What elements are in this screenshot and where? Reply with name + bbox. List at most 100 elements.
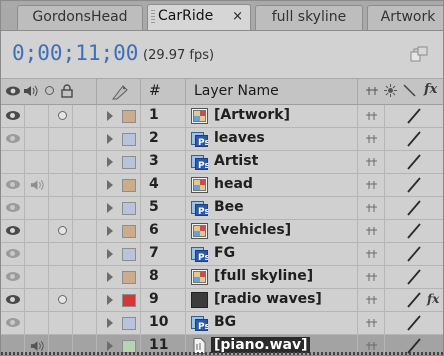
lock-icon[interactable] bbox=[61, 84, 73, 98]
layer-name[interactable]: BG bbox=[214, 314, 236, 330]
video-eye-icon[interactable] bbox=[6, 295, 20, 304]
video-eye-icon[interactable] bbox=[6, 180, 20, 189]
lock-switch[interactable] bbox=[73, 312, 97, 334]
label-tag-icon[interactable] bbox=[111, 83, 129, 100]
label-color-swatch[interactable] bbox=[122, 202, 136, 215]
video-eye-icon[interactable] bbox=[6, 272, 20, 281]
shy-switch-icon[interactable] bbox=[365, 341, 378, 351]
lock-switch[interactable] bbox=[73, 220, 97, 242]
solo-icon[interactable] bbox=[45, 86, 54, 95]
video-eye-icon[interactable] bbox=[6, 86, 20, 96]
video-eye-icon[interactable] bbox=[6, 249, 20, 258]
audio-switch[interactable] bbox=[25, 220, 49, 242]
expand-twirl-icon[interactable] bbox=[107, 295, 113, 305]
layer-row[interactable]: 5 Ps Bee bbox=[1, 197, 443, 220]
video-eye-icon[interactable] bbox=[6, 226, 20, 235]
layer-name[interactable]: Bee bbox=[214, 199, 244, 215]
audio-switch[interactable] bbox=[25, 151, 49, 173]
shy-icon[interactable] bbox=[365, 86, 379, 96]
effects-icon[interactable]: fx bbox=[424, 82, 437, 97]
shy-switch-icon[interactable] bbox=[365, 318, 378, 328]
solo-switch[interactable] bbox=[49, 151, 73, 173]
label-color-swatch[interactable] bbox=[122, 317, 136, 330]
shy-switch-icon[interactable] bbox=[365, 249, 378, 259]
audio-switch[interactable] bbox=[25, 243, 49, 265]
solo-icon[interactable] bbox=[58, 295, 67, 304]
effects-switch-icon[interactable]: fx bbox=[427, 292, 439, 306]
layer-name[interactable]: FG bbox=[214, 245, 235, 261]
quality-icon[interactable] bbox=[403, 84, 416, 97]
quality-switch-icon[interactable] bbox=[407, 292, 421, 308]
tab-full-skyline[interactable]: full skyline bbox=[255, 5, 363, 30]
video-eye-icon[interactable] bbox=[6, 111, 20, 120]
layer-row[interactable]: 7 Ps FG bbox=[1, 243, 443, 266]
audio-speaker-icon[interactable] bbox=[23, 84, 39, 98]
expand-twirl-icon[interactable] bbox=[107, 341, 113, 351]
lock-switch[interactable] bbox=[73, 243, 97, 265]
audio-switch[interactable] bbox=[25, 105, 49, 127]
label-color-swatch[interactable] bbox=[122, 110, 136, 123]
layer-name[interactable]: [full skyline] bbox=[214, 268, 313, 284]
label-color-swatch[interactable] bbox=[122, 156, 136, 169]
tab-carride[interactable]: CarRide × bbox=[147, 4, 251, 30]
layer-name[interactable]: [piano.wav] bbox=[211, 337, 311, 353]
collapse-transform-icon[interactable] bbox=[384, 84, 397, 97]
quality-switch-icon[interactable] bbox=[407, 108, 421, 124]
label-color-swatch[interactable] bbox=[122, 248, 136, 261]
tab-gordonshead[interactable]: GordonsHead bbox=[17, 5, 143, 30]
lock-switch[interactable] bbox=[73, 128, 97, 150]
layer-name[interactable]: [vehicles] bbox=[214, 222, 291, 238]
quality-switch-icon[interactable] bbox=[407, 246, 421, 262]
solo-switch[interactable] bbox=[49, 197, 73, 219]
shy-switch-icon[interactable] bbox=[365, 111, 378, 121]
close-tab-icon[interactable]: × bbox=[232, 5, 243, 28]
expand-twirl-icon[interactable] bbox=[107, 226, 113, 236]
solo-icon[interactable] bbox=[58, 226, 67, 235]
label-color-swatch[interactable] bbox=[122, 294, 136, 307]
shy-switch-icon[interactable] bbox=[365, 226, 378, 236]
expand-twirl-icon[interactable] bbox=[107, 318, 113, 328]
shy-switch-icon[interactable] bbox=[365, 134, 378, 144]
layer-row[interactable]: 10 Ps BG bbox=[1, 312, 443, 335]
lock-switch[interactable] bbox=[73, 174, 97, 196]
audio-switch[interactable] bbox=[25, 289, 49, 311]
current-time-display[interactable]: 0;00;11;00 bbox=[12, 41, 138, 65]
audio-switch[interactable] bbox=[25, 197, 49, 219]
lock-switch[interactable] bbox=[73, 289, 97, 311]
tab-artwork[interactable]: Artwork bbox=[367, 5, 443, 30]
layer-row[interactable]: 9 [radio waves] fx bbox=[1, 289, 443, 312]
layer-name[interactable]: [radio waves] bbox=[214, 291, 322, 307]
layer-row[interactable]: 2 Ps leaves bbox=[1, 128, 443, 151]
shy-switch-icon[interactable] bbox=[365, 157, 378, 167]
solo-switch[interactable] bbox=[49, 312, 73, 334]
expand-twirl-icon[interactable] bbox=[107, 180, 113, 190]
audio-speaker-icon[interactable] bbox=[30, 178, 45, 192]
shy-switch-icon[interactable] bbox=[365, 180, 378, 190]
label-color-swatch[interactable] bbox=[122, 133, 136, 146]
comp-flowchart-icon[interactable] bbox=[410, 45, 428, 63]
layer-name[interactable]: [Artwork] bbox=[214, 107, 290, 123]
solo-switch[interactable] bbox=[49, 128, 73, 150]
layer-row[interactable]: 6 [vehicles] bbox=[1, 220, 443, 243]
solo-switch[interactable] bbox=[49, 174, 73, 196]
lock-switch[interactable] bbox=[73, 105, 97, 127]
audio-switch[interactable] bbox=[25, 128, 49, 150]
layer-row[interactable]: 4 head bbox=[1, 174, 443, 197]
quality-switch-icon[interactable] bbox=[407, 223, 421, 239]
video-eye-icon[interactable] bbox=[6, 134, 20, 143]
shy-switch-icon[interactable] bbox=[365, 203, 378, 213]
solo-switch[interactable] bbox=[49, 266, 73, 288]
audio-switch[interactable] bbox=[25, 266, 49, 288]
shy-switch-icon[interactable] bbox=[365, 295, 378, 305]
solo-icon[interactable] bbox=[58, 111, 67, 120]
quality-switch-icon[interactable] bbox=[407, 269, 421, 285]
tab-grip-icon[interactable] bbox=[151, 10, 155, 23]
audio-speaker-icon[interactable] bbox=[30, 339, 45, 353]
video-switch[interactable] bbox=[1, 151, 25, 173]
quality-switch-icon[interactable] bbox=[407, 154, 421, 170]
shy-switch-icon[interactable] bbox=[365, 272, 378, 282]
quality-switch-icon[interactable] bbox=[407, 177, 421, 193]
number-column-header[interactable]: # bbox=[141, 79, 186, 104]
label-color-swatch[interactable] bbox=[122, 179, 136, 192]
expand-twirl-icon[interactable] bbox=[107, 249, 113, 259]
